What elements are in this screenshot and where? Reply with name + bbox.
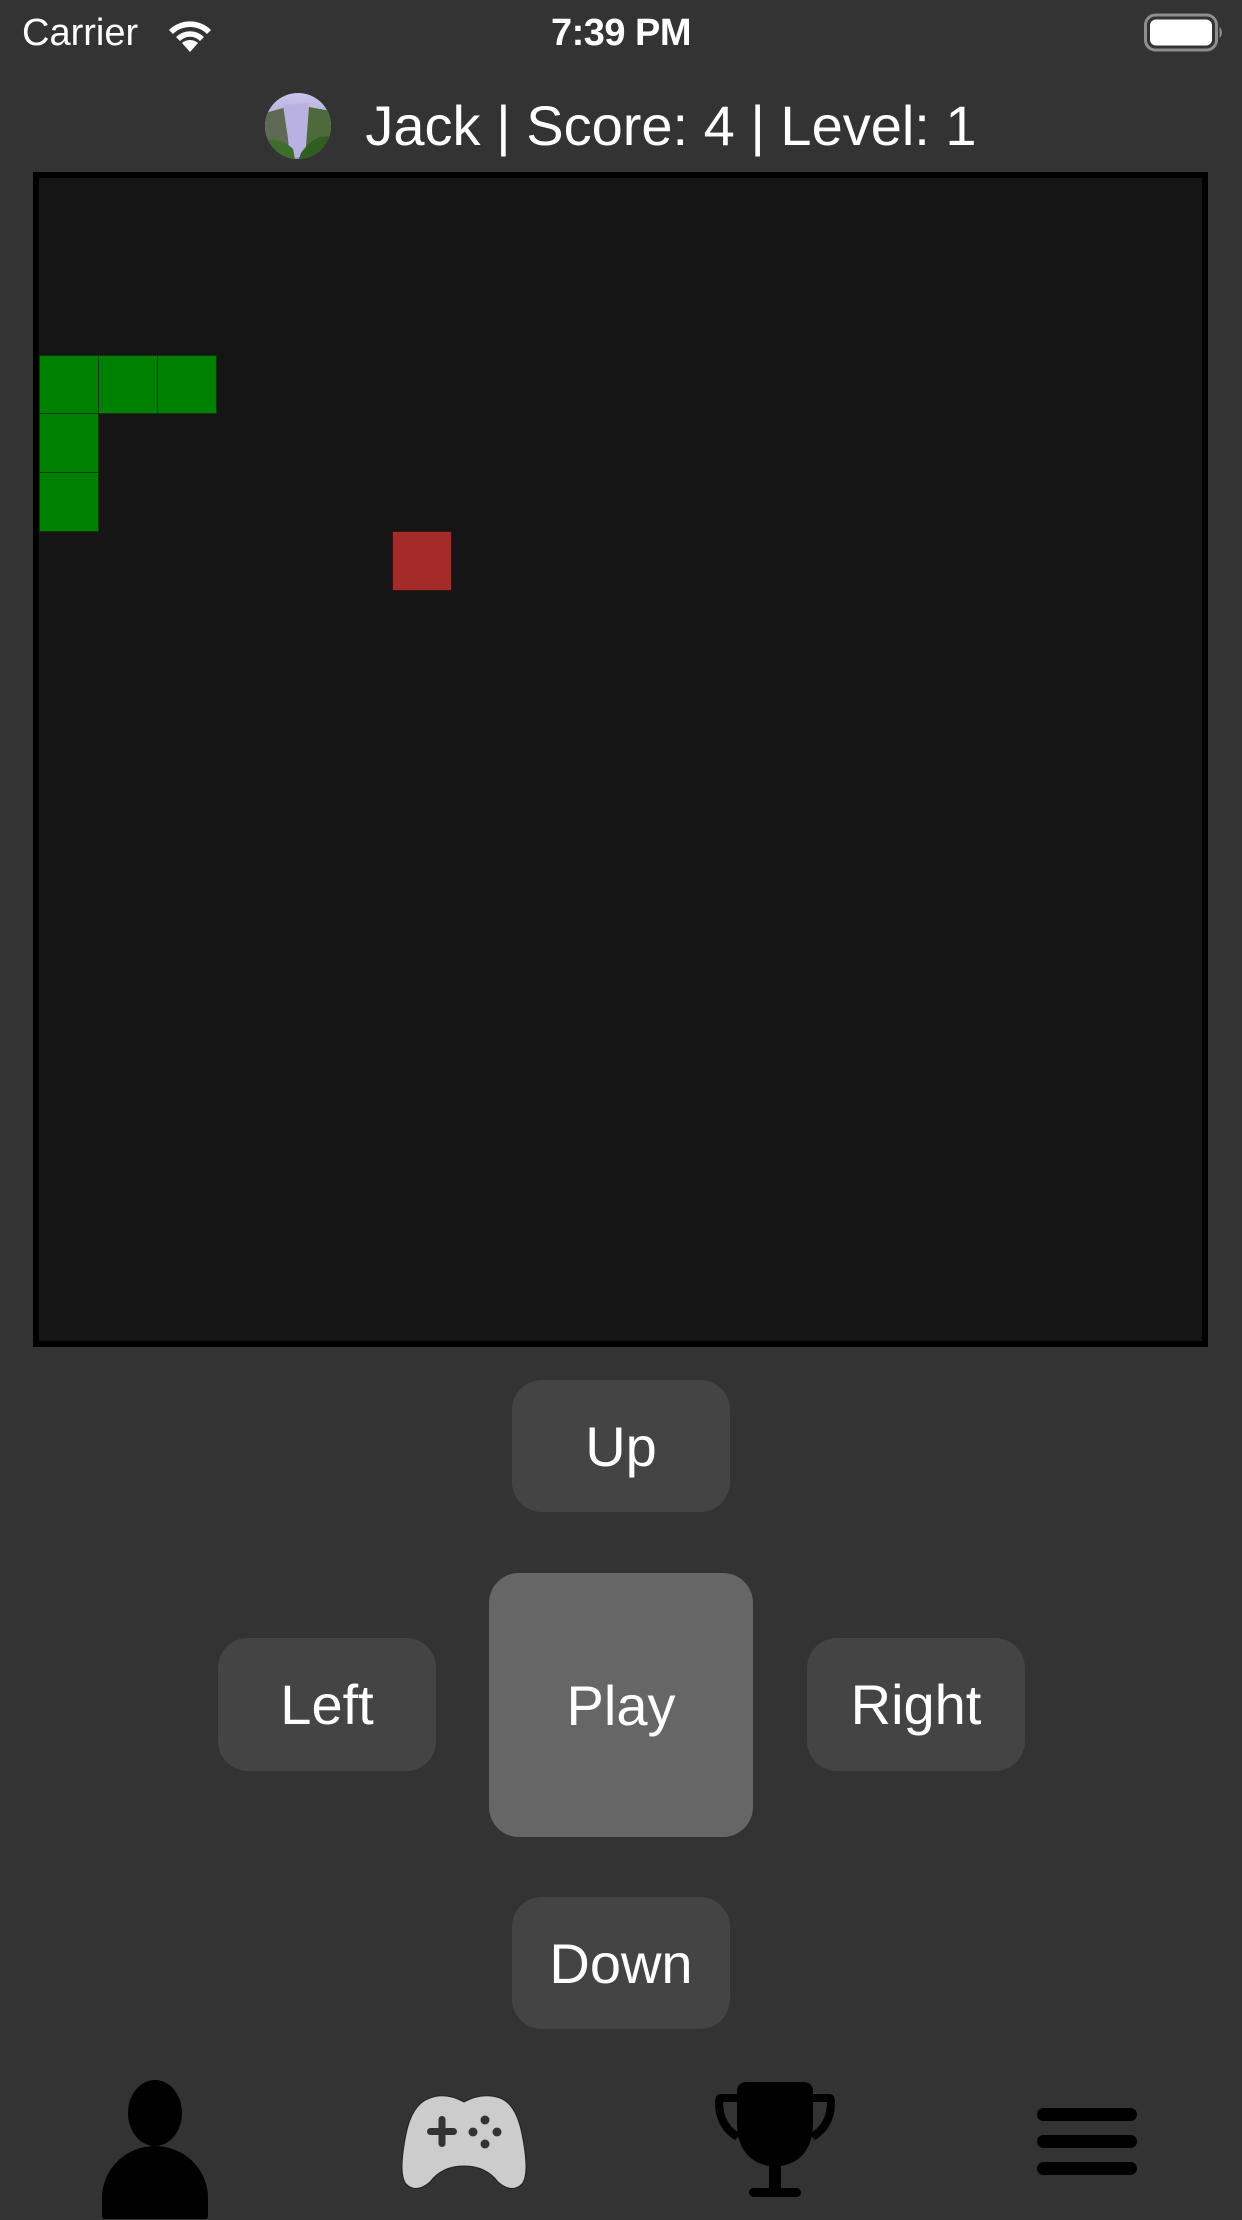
tab-menu[interactable] (932, 2060, 1242, 2208)
play-button[interactable]: Play (489, 1573, 753, 1837)
tab-game[interactable] (310, 2060, 620, 2208)
food-pellet (392, 531, 452, 591)
hamburger-menu-icon (1037, 2108, 1137, 2175)
snake-segment (39, 472, 99, 533)
waterfall-avatar-image (265, 93, 332, 159)
up-button[interactable]: Up (512, 1380, 730, 1512)
down-button[interactable]: Down (512, 1897, 730, 2029)
game-board[interactable] (33, 172, 1208, 1347)
left-button[interactable]: Left (218, 1638, 436, 1771)
trophy-icon (715, 2082, 835, 2197)
snake-head (156, 354, 217, 415)
snake-segment (39, 354, 99, 415)
game-header: Jack | Score: 4 | Level: 1 (0, 88, 1242, 164)
tab-profile[interactable] (0, 2060, 310, 2219)
right-button[interactable]: Right (807, 1638, 1025, 1771)
tab-leaderboard[interactable] (620, 2060, 930, 2208)
snake-segment (97, 354, 158, 415)
person-icon (102, 2080, 208, 2219)
avatar[interactable] (265, 93, 332, 159)
status-bar: Carrier 7:39 PM (0, 0, 1242, 66)
clock: 7:39 PM (550, 12, 692, 54)
tab-bar (0, 2060, 1242, 2219)
player-score-level-label: Jack | Score: 4 | Level: 1 (365, 94, 977, 157)
battery-full-icon (1144, 13, 1222, 52)
gamecontroller-icon (401, 2095, 527, 2189)
snake-segment (39, 413, 99, 474)
